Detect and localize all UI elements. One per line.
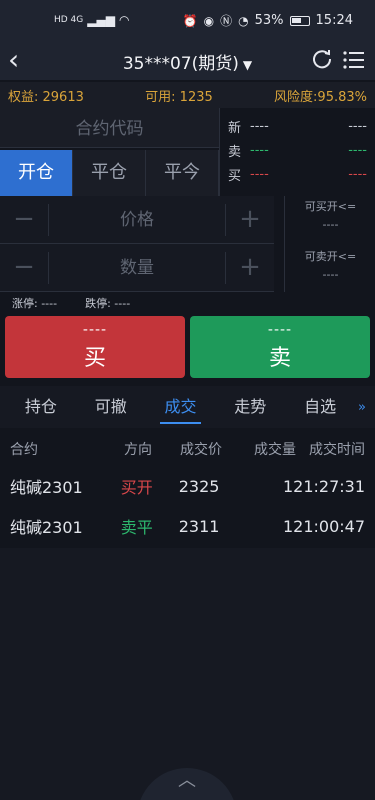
open-close-tabs: 开仓 平仓 平今: [0, 150, 219, 196]
quote-value: ----: [250, 118, 269, 134]
cell-price: 2311: [178, 516, 220, 536]
table-row[interactable]: 纯碱2301 买开 2325 1 21:27:31: [0, 466, 375, 506]
record-tabs: 持仓 可撤 成交 走势 自选 »: [0, 386, 375, 428]
quote-row-last: 新 ---- ----: [228, 114, 367, 138]
divider: [284, 196, 285, 292]
status-bar: HD 4G ▂▄▆ ◠ ⏰ ◉ Ⓝ ◔ 53% 15:24: [0, 0, 375, 40]
wifi-icon: ◠: [118, 13, 130, 27]
refresh-icon[interactable]: [311, 48, 333, 70]
available-value: 可用: 1235: [145, 89, 213, 105]
quote-value: ----: [348, 166, 367, 182]
can-sell-value: ----: [322, 268, 339, 281]
sell-label: 卖: [268, 346, 291, 371]
limit-up: 涨停: ----: [12, 297, 58, 310]
buy-button[interactable]: ---- 买: [5, 316, 185, 378]
tab-close-today[interactable]: 平今: [146, 150, 219, 196]
quote-value: ----: [348, 118, 367, 134]
can-buy-box: 可买开<= ----: [286, 198, 375, 234]
list-empty-area: [0, 548, 375, 800]
equity-value: 权益: 29613: [8, 89, 84, 105]
buy-price: ----: [82, 322, 108, 338]
qty-minus-button[interactable]: −: [0, 244, 48, 292]
tab-close[interactable]: 平仓: [73, 150, 146, 196]
quantity-stepper: − 数量 +: [0, 244, 274, 292]
can-buy-value: ----: [322, 218, 339, 231]
nfc-icon: Ⓝ: [220, 14, 233, 28]
cell-side: 卖平: [120, 518, 153, 537]
alarm-icon: ⏰: [182, 13, 198, 28]
tab-cancelable[interactable]: 可撤: [76, 386, 146, 428]
quote-row-ask: 卖 ---- ----: [228, 138, 367, 162]
quote-value: ----: [250, 166, 269, 182]
quote-label: 卖: [228, 144, 242, 160]
caret-down-icon: ▼: [242, 58, 253, 72]
status-time: 15:24: [315, 13, 353, 28]
menu-icon[interactable]: [343, 50, 365, 70]
cell-qty: 1: [282, 516, 294, 536]
quantity-input[interactable]: 数量: [48, 251, 226, 284]
price-limits: 涨停: ---- 跌停: ----: [0, 292, 375, 314]
tab-watchlist[interactable]: 自选: [285, 386, 355, 428]
price-minus-button[interactable]: −: [0, 196, 48, 244]
header-side: 方向: [124, 442, 152, 458]
order-panel: 合约代码 开仓 平仓 平今 新 ---- ---- 卖 ---- ---- 买 …: [0, 108, 375, 292]
network-indicator: HD 4G: [54, 15, 84, 25]
tab-trades[interactable]: 成交: [146, 386, 216, 428]
header-price: 成交价: [180, 442, 222, 458]
cell-time: 21:00:47: [293, 516, 365, 536]
header-time: 成交时间: [309, 442, 365, 458]
quote-value: ----: [250, 142, 269, 158]
risk-value: 风险度:95.83%: [274, 89, 367, 105]
header-qty: 成交量: [254, 442, 296, 458]
can-sell-box: 可卖开<= ----: [286, 248, 375, 284]
contract-code-input[interactable]: 合约代码: [0, 108, 219, 148]
buy-label: 买: [83, 346, 106, 371]
more-tabs-icon[interactable]: »: [355, 400, 369, 415]
quote-row-bid: 买 ---- ----: [228, 162, 367, 186]
limit-down: 跌停: ----: [85, 297, 131, 310]
price-input[interactable]: 价格: [48, 203, 226, 236]
quote-label: 新: [228, 120, 242, 136]
clock-icon: ◔: [238, 13, 249, 28]
can-sell-label: 可卖开<=: [304, 250, 357, 263]
battery-percent: 53%: [254, 13, 284, 28]
header-contract: 合约: [10, 442, 38, 458]
nav-bar: ‹ 35***07(期货) ▼: [0, 40, 375, 80]
tab-positions[interactable]: 持仓: [6, 386, 76, 428]
sell-button[interactable]: ---- 卖: [190, 316, 370, 378]
price-stepper: − 价格 +: [0, 196, 274, 244]
cell-price: 2325: [178, 476, 220, 496]
account-title: 35***07(期货): [122, 54, 239, 74]
qty-plus-button[interactable]: +: [226, 244, 274, 292]
tab-open[interactable]: 开仓: [0, 150, 73, 196]
tab-trend[interactable]: 走势: [215, 386, 285, 428]
account-summary: 权益: 29613 可用: 1235 风险度:95.83%: [0, 82, 375, 108]
battery-icon: [289, 15, 310, 26]
quote-label: 买: [228, 168, 242, 184]
table-header: 合约 方向 成交价 成交量 成交时间: [0, 432, 375, 466]
table-row[interactable]: 纯碱2301 卖平 2311 1 21:00:47: [0, 506, 375, 546]
can-buy-label: 可买开<=: [304, 200, 357, 213]
status-left: HD 4G ▂▄▆ ◠: [54, 13, 129, 27]
sell-price: ----: [267, 322, 293, 338]
signal-icon: ▂▄▆: [87, 13, 115, 27]
cell-contract: 纯碱2301: [10, 478, 83, 497]
quote-box: 新 ---- ---- 卖 ---- ---- 买 ---- ----: [219, 108, 375, 196]
cell-side: 买开: [120, 478, 153, 497]
status-right: ⏰ ◉ Ⓝ ◔ 53% 15:24: [183, 12, 353, 29]
trades-table: 合约 方向 成交价 成交量 成交时间 纯碱2301 买开 2325 1 21:2…: [0, 432, 375, 546]
cell-time: 21:27:31: [293, 476, 365, 496]
cell-contract: 纯碱2301: [10, 518, 83, 537]
eye-icon: ◉: [203, 13, 215, 28]
cell-qty: 1: [282, 476, 294, 496]
quote-value: ----: [348, 142, 367, 158]
price-plus-button[interactable]: +: [226, 196, 274, 244]
